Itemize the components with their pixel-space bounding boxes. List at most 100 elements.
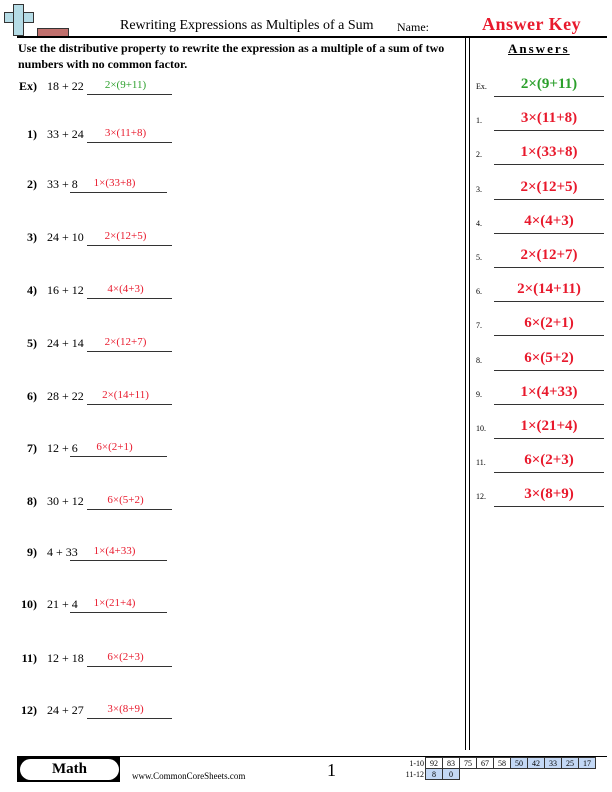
problem-answer: 2×(12+5): [104, 230, 147, 242]
problem-answer: 6×(2+3): [107, 651, 144, 663]
problem-number: 4): [27, 283, 37, 297]
answer-blank[interactable]: [87, 245, 172, 246]
answer-blank[interactable]: [87, 298, 172, 299]
problem-expression: 24 + 14: [47, 336, 84, 350]
answer-key-number: 2.: [476, 150, 482, 160]
answer-blank[interactable]: [70, 456, 167, 457]
problem-number: 12): [21, 703, 37, 717]
answer-key-value: 6×(2+1): [524, 315, 574, 332]
answer-key-value: 1×(33+8): [520, 144, 578, 161]
answer-blank[interactable]: [87, 142, 172, 143]
problem-answer: 1×(4+33): [93, 545, 136, 557]
problem-row: 8) 30 + 12 6×(5+2): [0, 494, 200, 514]
answer-key-row: 3. 2×(12+5): [476, 179, 606, 200]
answer-blank[interactable]: [87, 94, 172, 95]
problem-answer: 1×(21+4): [93, 597, 136, 609]
name-label: Name:: [397, 20, 429, 34]
score-cell: 92: [425, 757, 443, 769]
problem-row: 12) 24 + 27 3×(8+9): [0, 703, 200, 723]
answer-key-number: 11.: [476, 458, 486, 468]
column-divider: [469, 38, 470, 750]
answer-key-number: 10.: [476, 424, 486, 433]
answer-blank[interactable]: [70, 560, 167, 561]
logo-plus-fill: [14, 5, 21, 33]
answer-key-row: 9. 1×(4+33): [476, 384, 606, 405]
answer-blank[interactable]: [87, 351, 172, 352]
answer-key-value: 1×(21+4): [520, 418, 578, 434]
problem-answer: 1×(33+8): [93, 177, 136, 189]
problem-expression: 24 + 27: [47, 703, 84, 717]
score-cell: 33: [544, 757, 562, 769]
problem-expression: 16 + 12: [47, 283, 84, 297]
answer-key-line: [494, 198, 604, 200]
problem-expression: 18 + 22: [47, 79, 84, 93]
column-divider: [465, 38, 466, 750]
answer-key-line: [494, 267, 604, 268]
answer-key-value: 2×(14+11): [517, 281, 581, 298]
score-cell: 0: [442, 768, 460, 780]
problem-row: 3) 24 + 10 2×(12+5): [0, 230, 200, 250]
problem-row: 4) 16 + 12 4×(4+3): [0, 283, 200, 303]
answer-key-line: [494, 96, 604, 97]
problem-answer: 3×(11+8): [104, 127, 147, 139]
header-divider: [17, 36, 607, 38]
problem-expression: 24 + 10: [47, 230, 84, 244]
answer-key-line: [494, 130, 604, 132]
problem-number: 11): [21, 651, 37, 665]
answer-key-value: 3×(11+8): [520, 110, 578, 127]
problem-number: 6): [27, 389, 37, 403]
answer-key-number: Ex.: [476, 82, 487, 91]
answer-blank[interactable]: [87, 718, 172, 719]
problem-number: 5): [27, 336, 37, 350]
answer-key-row: 5. 2×(12+7): [476, 247, 606, 268]
score-cell: 83: [442, 757, 460, 769]
problem-row: 6) 28 + 22 2×(14+11): [0, 389, 200, 409]
answer-key-line: [494, 164, 604, 166]
answer-blank[interactable]: [70, 192, 167, 193]
score-cell: 42: [527, 757, 545, 769]
score-cell: 67: [476, 757, 494, 769]
answer-key-row: Ex. 2×(9+11): [476, 76, 606, 97]
answer-key-line: [494, 335, 604, 337]
answer-key-row: 2. 1×(33+8): [476, 144, 606, 166]
answer-key-row: 6. 2×(14+11): [476, 281, 606, 303]
score-row: 1-10 92 83 75 67 58 50 42 33 25 17: [393, 757, 596, 769]
score-row: 11-12 8 0: [393, 768, 596, 780]
score-cell: 58: [493, 757, 511, 769]
answer-key-number: 9.: [476, 389, 482, 399]
problem-answer: 2×(12+7): [104, 336, 147, 348]
page-number: 1: [327, 760, 336, 780]
problem-row: 9) 4 + 33 1×(4+33): [0, 545, 200, 565]
score-table: 1-10 92 83 75 67 58 50 42 33 25 17 11-12 8 0: [393, 757, 596, 780]
answer-key-value: 6×(2+3): [524, 452, 574, 469]
problem-number: 2): [27, 177, 37, 191]
problem-row: 7) 12 + 6 6×(2+1): [0, 441, 200, 461]
problem-number: 1): [27, 127, 37, 141]
worksheet-title: Rewriting Expressions as Multiples of a …: [120, 18, 374, 33]
answer-key-line: [494, 472, 604, 474]
answer-key-value: 4×(4+3): [524, 212, 574, 229]
score-cell: 8: [425, 768, 443, 780]
score-cell: 50: [510, 757, 528, 769]
answer-key-line: [494, 438, 604, 439]
answer-key-number: 3.: [476, 184, 482, 194]
answer-key-row: 8. 6×(5+2): [476, 349, 606, 371]
problem-answer: 3×(8+9): [107, 703, 144, 715]
answer-key-line: [494, 232, 604, 234]
problem-answer: 6×(2+1): [96, 441, 133, 453]
answer-key-value: 3×(8+9): [524, 486, 574, 503]
problem-number: 7): [27, 441, 37, 455]
problem-expression: 30 + 12: [47, 494, 84, 508]
problem-row: 11) 12 + 18 6×(2+3): [0, 651, 200, 671]
answer-key-line: [494, 403, 604, 405]
answer-blank[interactable]: [87, 404, 172, 405]
answer-key-number: 6.: [476, 287, 482, 297]
answer-key-line: [494, 506, 604, 508]
problem-number: 8): [27, 494, 37, 508]
score-cell: 75: [459, 757, 477, 769]
answer-blank[interactable]: [87, 666, 172, 667]
answer-blank[interactable]: [70, 612, 167, 613]
answer-key-value: 6×(5+2): [524, 349, 574, 366]
answer-blank[interactable]: [87, 509, 172, 510]
problem-number: 10): [21, 597, 37, 611]
